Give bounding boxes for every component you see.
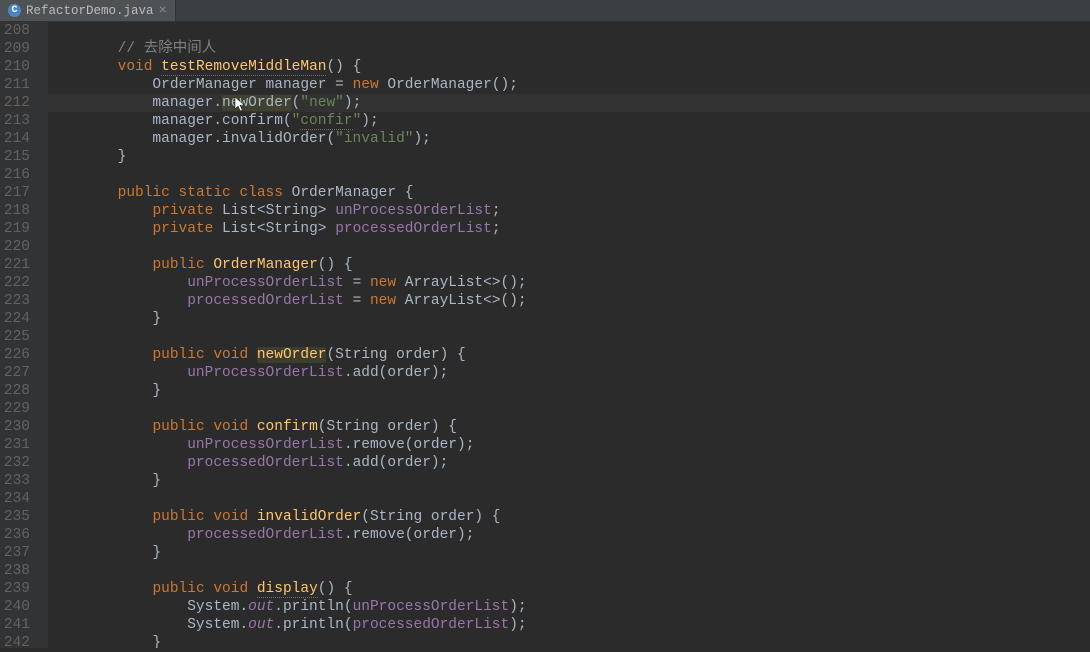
code-line[interactable]: }: [48, 634, 1090, 648]
editor-tabs: C RefactorDemo.java ×: [0, 0, 1090, 22]
code-line[interactable]: unProcessOrderList.remove(order);: [48, 436, 1090, 454]
code-line[interactable]: public void display() {: [48, 580, 1090, 598]
code-line[interactable]: }: [48, 148, 1090, 166]
line-number: 237: [0, 544, 30, 562]
line-number: 229: [0, 400, 30, 418]
code-line[interactable]: unProcessOrderList = new ArrayList<>();: [48, 274, 1090, 292]
line-number: 241: [0, 616, 30, 634]
line-number: 215: [0, 148, 30, 166]
code-line[interactable]: [48, 238, 1090, 256]
line-number: 223: [0, 292, 30, 310]
tab-filename: RefactorDemo.java: [26, 4, 154, 18]
code-line[interactable]: OrderManager manager = new OrderManager(…: [48, 76, 1090, 94]
code-line[interactable]: [48, 328, 1090, 346]
code-line[interactable]: // 去除中间人: [48, 40, 1090, 58]
code-line[interactable]: }: [48, 544, 1090, 562]
code-line[interactable]: public void confirm(String order) {: [48, 418, 1090, 436]
line-number: 231: [0, 436, 30, 454]
code-area[interactable]: // 去除中间人 void testRemoveMiddleMan() { Or…: [48, 22, 1090, 648]
code-line[interactable]: unProcessOrderList.add(order);: [48, 364, 1090, 382]
line-number: 236: [0, 526, 30, 544]
line-number: 234: [0, 490, 30, 508]
code-line[interactable]: System.out.println(unProcessOrderList);: [48, 598, 1090, 616]
line-number: 217: [0, 184, 30, 202]
line-number: 230: [0, 418, 30, 436]
line-number: 224: [0, 310, 30, 328]
line-number: 233: [0, 472, 30, 490]
code-line[interactable]: }: [48, 310, 1090, 328]
code-line[interactable]: }: [48, 472, 1090, 490]
line-number: 210: [0, 58, 30, 76]
line-number: 242: [0, 634, 30, 652]
line-number: 211: [0, 76, 30, 94]
code-line[interactable]: [48, 400, 1090, 418]
code-editor[interactable]: 2082092102112122132142152162172182192202…: [0, 22, 1090, 648]
code-line[interactable]: private List<String> unProcessOrderList;: [48, 202, 1090, 220]
code-line[interactable]: [48, 562, 1090, 580]
code-line[interactable]: public OrderManager() {: [48, 256, 1090, 274]
code-line[interactable]: processedOrderList.add(order);: [48, 454, 1090, 472]
code-line[interactable]: processedOrderList.remove(order);: [48, 526, 1090, 544]
code-line[interactable]: [48, 490, 1090, 508]
code-line[interactable]: System.out.println(processedOrderList);: [48, 616, 1090, 634]
line-number-gutter: 2082092102112122132142152162172182192202…: [0, 22, 48, 648]
line-number: 209: [0, 40, 30, 58]
line-number: 240: [0, 598, 30, 616]
code-line[interactable]: manager.invalidOrder("invalid");: [48, 130, 1090, 148]
line-number: 228: [0, 382, 30, 400]
line-number: 235: [0, 508, 30, 526]
line-number: 218: [0, 202, 30, 220]
code-line[interactable]: public void newOrder(String order) {: [48, 346, 1090, 364]
java-class-icon: C: [8, 4, 21, 17]
line-number: 220: [0, 238, 30, 256]
file-tab[interactable]: C RefactorDemo.java ×: [0, 0, 176, 21]
code-line[interactable]: public static class OrderManager {: [48, 184, 1090, 202]
line-number: 238: [0, 562, 30, 580]
code-line[interactable]: processedOrderList = new ArrayList<>();: [48, 292, 1090, 310]
code-line[interactable]: manager.confirm("confir");: [48, 112, 1090, 130]
line-number: 216: [0, 166, 30, 184]
code-line[interactable]: [48, 166, 1090, 184]
code-line[interactable]: private List<String> processedOrderList;: [48, 220, 1090, 238]
line-number: 212: [0, 94, 30, 112]
line-number: 213: [0, 112, 30, 130]
line-number: 221: [0, 256, 30, 274]
code-line[interactable]: void testRemoveMiddleMan() {: [48, 58, 1090, 76]
line-number: 225: [0, 328, 30, 346]
code-line[interactable]: [48, 22, 1090, 40]
line-number: 214: [0, 130, 30, 148]
line-number: 227: [0, 364, 30, 382]
line-number: 226: [0, 346, 30, 364]
code-line[interactable]: manager.newOrder("new");: [48, 94, 1090, 112]
line-number: 239: [0, 580, 30, 598]
close-icon[interactable]: ×: [159, 4, 167, 18]
code-line[interactable]: public void invalidOrder(String order) {: [48, 508, 1090, 526]
code-line[interactable]: }: [48, 382, 1090, 400]
line-number: 232: [0, 454, 30, 472]
line-number: 219: [0, 220, 30, 238]
line-number: 208: [0, 22, 30, 40]
line-number: 222: [0, 274, 30, 292]
